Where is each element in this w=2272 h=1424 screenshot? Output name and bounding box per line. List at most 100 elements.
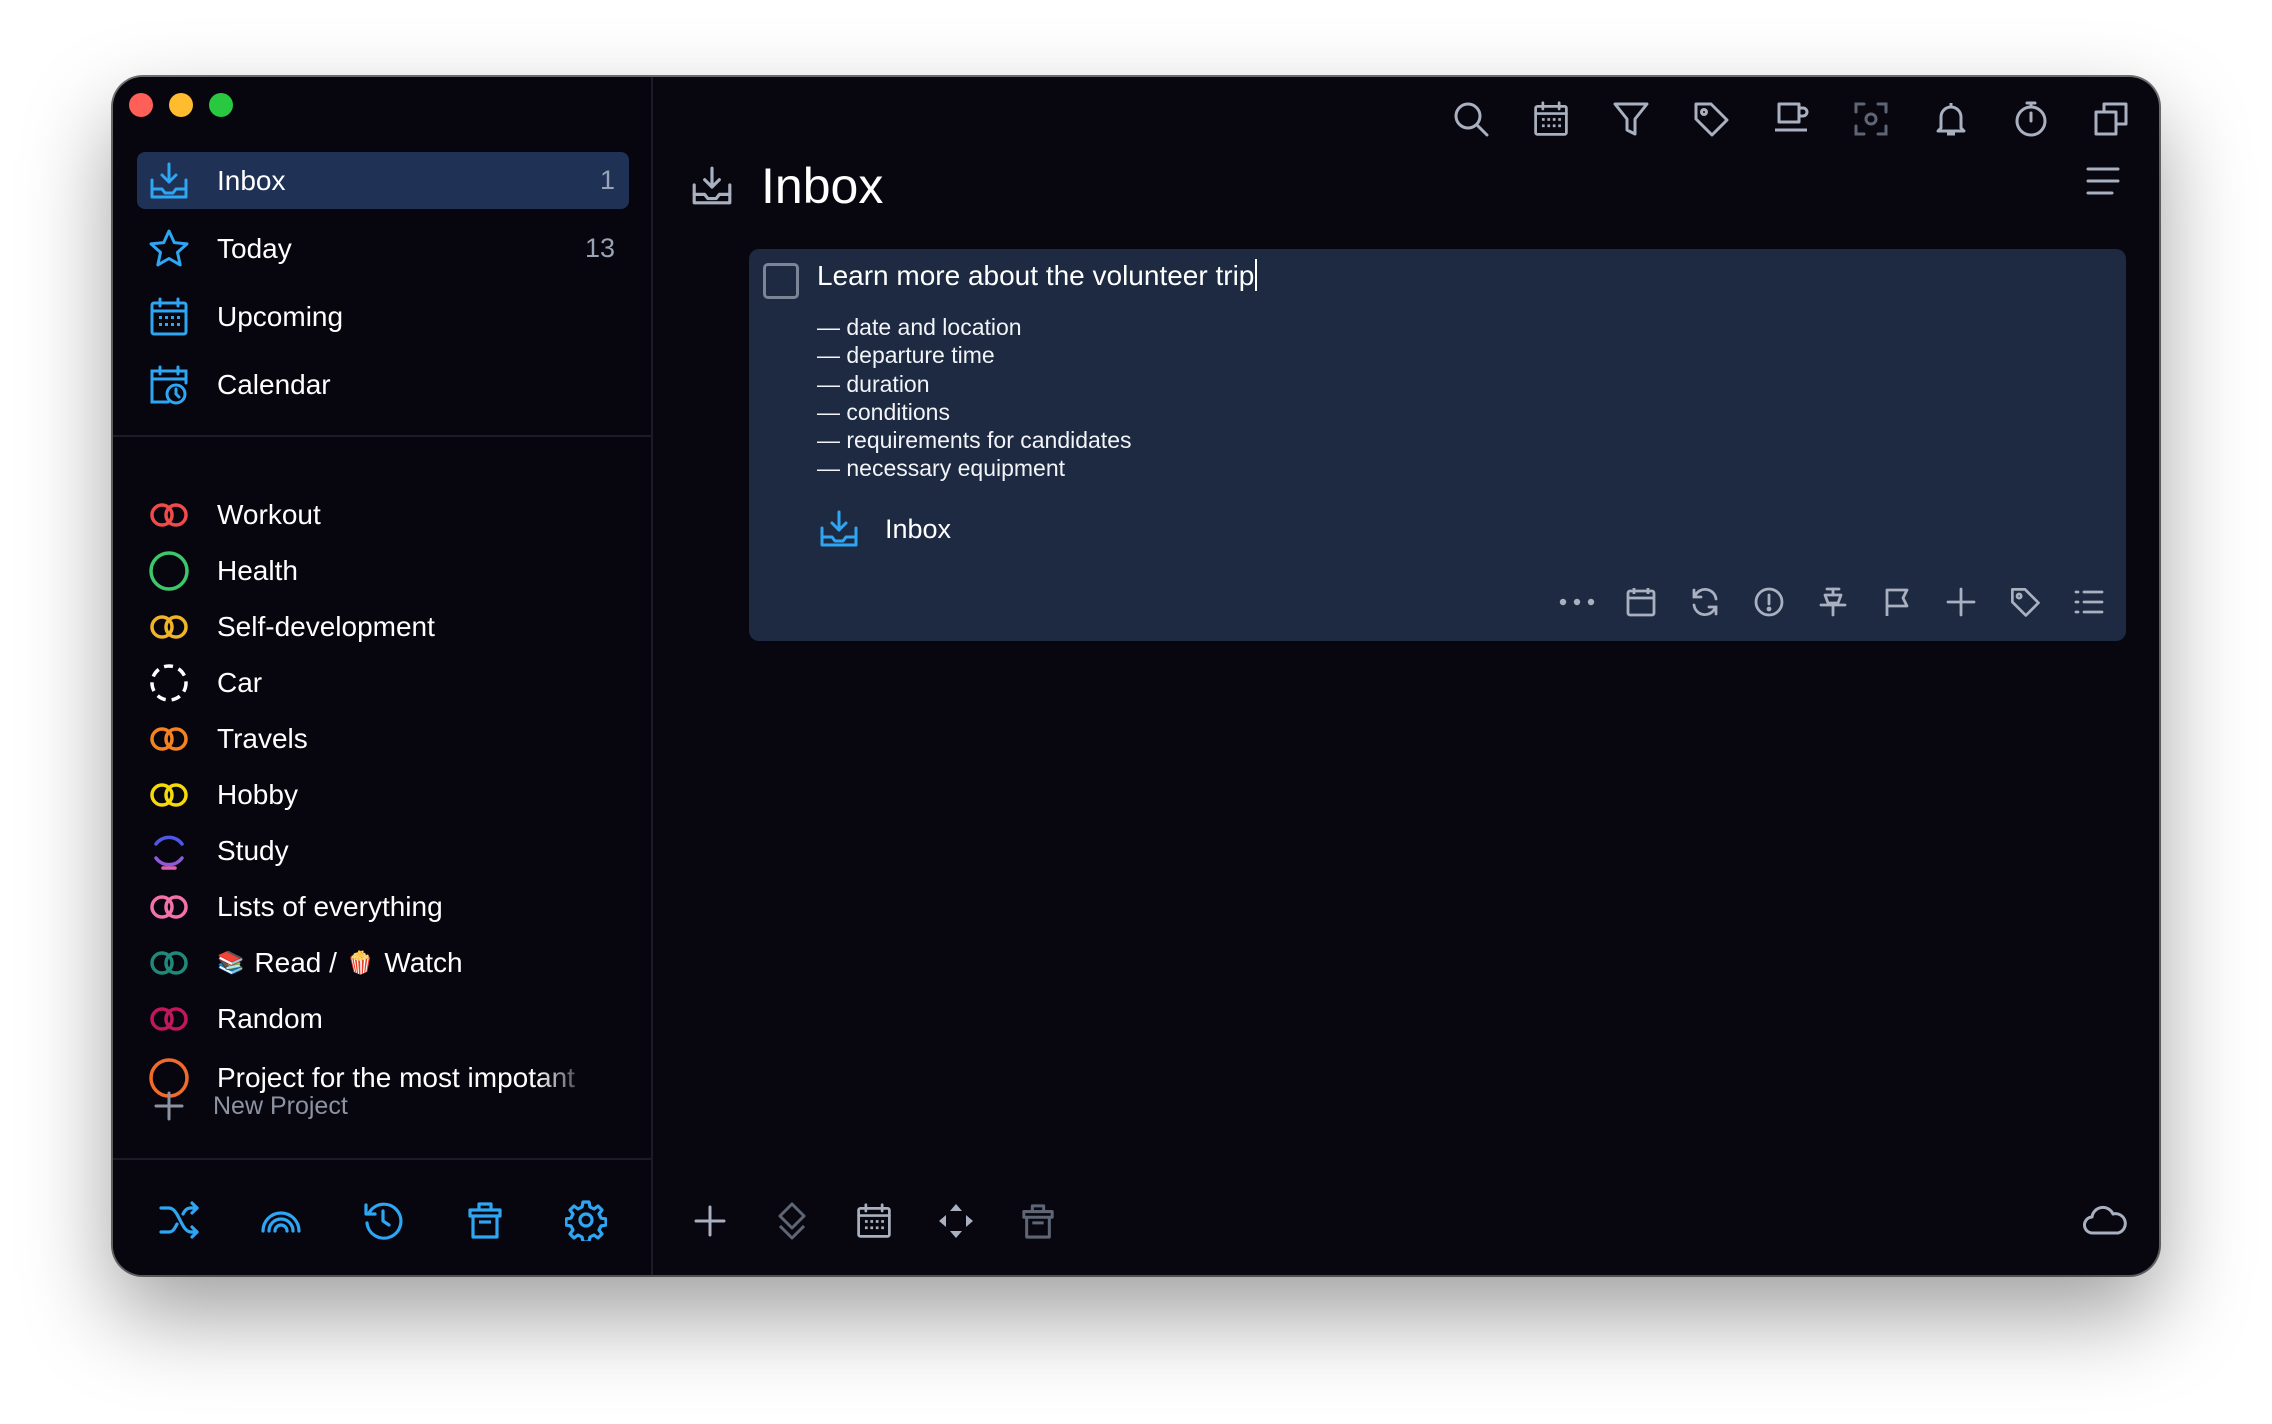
calendar-grid-icon[interactable] bbox=[1527, 95, 1575, 143]
task-project-selector[interactable]: Inbox bbox=[817, 504, 951, 554]
sidebar-item-lists-of-everything[interactable]: Lists of everything bbox=[147, 879, 637, 935]
task-card[interactable]: Learn more about the volunteer trip date… bbox=[749, 249, 2126, 641]
item-count: 13 bbox=[584, 233, 615, 263]
sidebar-divider bbox=[113, 435, 653, 437]
timer-icon[interactable] bbox=[2007, 95, 2055, 143]
project-label: Watch bbox=[384, 947, 463, 978]
close-window-button[interactable] bbox=[129, 93, 153, 117]
tag-icon[interactable] bbox=[2004, 581, 2046, 623]
new-project-button[interactable]: New Project bbox=[147, 1081, 348, 1131]
project-label: Read / bbox=[254, 947, 337, 978]
pin-icon[interactable] bbox=[1812, 581, 1854, 623]
page-title: Inbox bbox=[761, 158, 884, 214]
project-label: Hobby bbox=[217, 779, 298, 810]
sidebar-bottom-divider bbox=[113, 1158, 653, 1160]
coffee-icon[interactable] bbox=[1767, 95, 1815, 143]
trash-icon[interactable] bbox=[1017, 1200, 1059, 1242]
cloud-icon[interactable] bbox=[2081, 1201, 2129, 1241]
sidebar-item-label: Today bbox=[217, 232, 292, 264]
sidebar-item-inbox[interactable]: Inbox 1 bbox=[137, 152, 629, 209]
sidebar-item-label: Inbox bbox=[217, 164, 286, 196]
star-icon bbox=[147, 227, 191, 271]
search-icon[interactable] bbox=[1447, 95, 1495, 143]
sidebar-item-study[interactable]: Study bbox=[147, 823, 637, 879]
calendar-grid-icon bbox=[147, 295, 191, 339]
repeat-icon[interactable] bbox=[1684, 581, 1726, 623]
sidebar-nav: Inbox 1 Today 13 Upcoming Calendar bbox=[137, 152, 629, 424]
move-icon[interactable] bbox=[935, 1200, 977, 1242]
plus-icon bbox=[147, 1084, 191, 1128]
inbox-icon bbox=[817, 507, 861, 551]
subtask-icon[interactable] bbox=[1940, 581, 1982, 623]
trash-icon[interactable] bbox=[461, 1196, 509, 1244]
minimize-window-button[interactable] bbox=[169, 93, 193, 117]
sidebar-item-read-watch[interactable]: 📚 Read / 🍿 Watch bbox=[147, 935, 637, 991]
sidebar-item-label: Upcoming bbox=[217, 300, 344, 332]
task-checkbox[interactable] bbox=[763, 263, 799, 299]
double-ring-icon bbox=[147, 941, 191, 985]
sidebar-item-self-development[interactable]: Self-development bbox=[147, 599, 637, 655]
calendar-icon[interactable] bbox=[853, 1200, 895, 1242]
main-toolbar bbox=[689, 1191, 1059, 1251]
text-caret bbox=[1255, 259, 1258, 291]
double-ring-icon bbox=[147, 605, 191, 649]
popcorn-icon: 🍿 bbox=[346, 950, 375, 975]
partial-circle-icon bbox=[147, 829, 191, 873]
add-icon[interactable] bbox=[689, 1200, 731, 1242]
books-icon: 📚 bbox=[217, 950, 245, 975]
sidebar-item-travels[interactable]: Travels bbox=[147, 711, 637, 767]
more-icon[interactable] bbox=[1556, 581, 1598, 623]
sidebar-item-upcoming[interactable]: Upcoming bbox=[137, 288, 629, 345]
priority-icon[interactable] bbox=[1748, 581, 1790, 623]
double-ring-icon bbox=[147, 773, 191, 817]
zoom-window-button[interactable] bbox=[209, 93, 233, 117]
project-label: Workout bbox=[217, 499, 321, 530]
project-list: Workout Health Self-development Car Trav… bbox=[147, 487, 637, 1109]
sidebar-item-label: Calendar bbox=[217, 368, 331, 400]
note-line: departure time bbox=[817, 341, 1132, 369]
note-line: requirements for candidates bbox=[817, 426, 1131, 454]
sidebar-toolbar bbox=[113, 1165, 653, 1275]
sidebar-item-today[interactable]: Today 13 bbox=[137, 220, 629, 277]
tag-icon[interactable] bbox=[1687, 95, 1735, 143]
filter-icon[interactable] bbox=[1607, 95, 1655, 143]
main-panel: Inbox Learn more about the volunteer tri… bbox=[653, 77, 2159, 1275]
page-header: Inbox bbox=[687, 151, 883, 221]
copy-icon[interactable] bbox=[2087, 95, 2135, 143]
sidebar-item-workout[interactable]: Workout bbox=[147, 487, 637, 543]
sidebar-item-calendar[interactable]: Calendar bbox=[137, 356, 629, 413]
calendar-clock-icon bbox=[147, 363, 191, 407]
project-label: Study bbox=[217, 835, 289, 866]
rainbow-icon[interactable] bbox=[257, 1196, 305, 1244]
date-icon[interactable] bbox=[1620, 581, 1662, 623]
focus-icon[interactable] bbox=[1847, 95, 1895, 143]
sidebar-item-hobby[interactable]: Hobby bbox=[147, 767, 637, 823]
menu-icon[interactable] bbox=[2081, 159, 2125, 203]
project-label: Health bbox=[217, 555, 298, 586]
window-controls bbox=[129, 93, 233, 117]
inbox-icon bbox=[687, 161, 737, 211]
task-title-field[interactable]: Learn more about the volunteer trip bbox=[817, 259, 1258, 292]
new-project-label: New Project bbox=[213, 1091, 348, 1120]
task-notes[interactable]: date and location departure time duratio… bbox=[817, 313, 1132, 483]
sidebar-item-car[interactable]: Car bbox=[147, 655, 637, 711]
task-toolbar bbox=[1556, 577, 2110, 627]
double-ring-icon bbox=[147, 717, 191, 761]
sidebar: Inbox 1 Today 13 Upcoming Calendar Worko… bbox=[113, 77, 653, 1275]
checklist-icon[interactable] bbox=[2068, 581, 2110, 623]
sidebar-item-health[interactable]: Health bbox=[147, 543, 637, 599]
top-toolbar bbox=[1447, 91, 2135, 147]
note-line: necessary equipment bbox=[817, 454, 1132, 482]
shuffle-icon[interactable] bbox=[156, 1196, 204, 1244]
app-window: Inbox 1 Today 13 Upcoming Calendar Worko… bbox=[113, 77, 2159, 1275]
project-label: Car bbox=[217, 667, 263, 698]
project-label: Self-development bbox=[217, 611, 435, 642]
settings-icon[interactable] bbox=[562, 1196, 610, 1244]
flag-icon[interactable] bbox=[1876, 581, 1918, 623]
reorder-icon[interactable] bbox=[771, 1200, 813, 1242]
sidebar-item-random[interactable]: Random bbox=[147, 991, 637, 1047]
inbox-icon bbox=[147, 159, 191, 203]
history-icon[interactable] bbox=[359, 1196, 407, 1244]
project-label: Travels bbox=[217, 723, 308, 754]
bell-icon[interactable] bbox=[1927, 95, 1975, 143]
